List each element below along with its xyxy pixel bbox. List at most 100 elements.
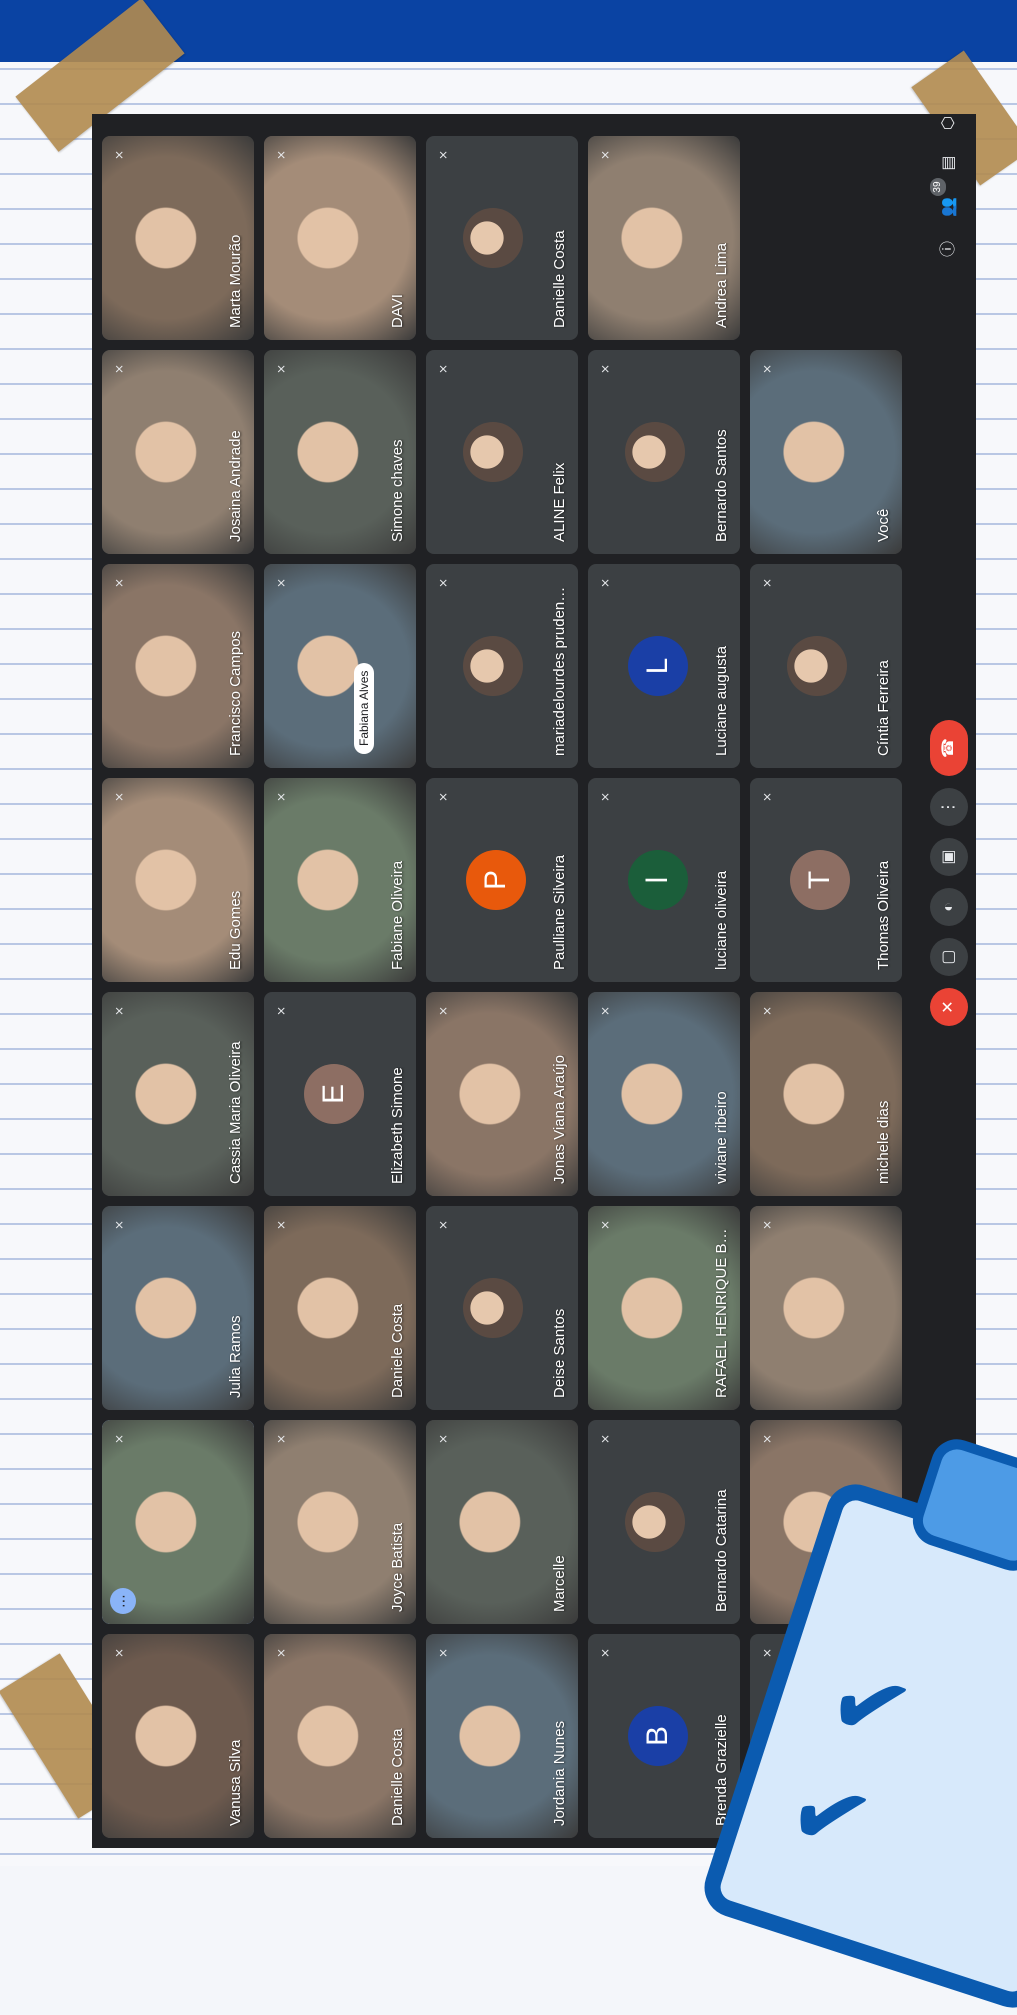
mic-off-icon: ⨯: [598, 1647, 612, 1659]
participant-name: Cassia Maria Oliveira: [227, 1041, 244, 1184]
participant-tile[interactable]: ⨯ Jonas Viana Araújo: [426, 992, 578, 1196]
mic-off-icon: ⨯: [274, 791, 288, 803]
participant-tile[interactable]: ⨯ Jordania Nunes: [426, 1634, 578, 1838]
mic-off-icon: ⨯: [436, 1647, 450, 1659]
participant-tile[interactable]: ⨯ RAFAEL HENRIQUE BARB...: [588, 1206, 740, 1410]
end-call-icon: ☎: [940, 738, 957, 758]
participant-tile[interactable]: ⨯ viviane ribeiro: [588, 992, 740, 1196]
present-icon: ▣: [940, 849, 957, 865]
participant-tile[interactable]: ⨯ Danielle Costa: [426, 136, 578, 340]
participant-tile[interactable]: ⨯ ALINE Felix: [426, 350, 578, 554]
chat-icon: ▤: [940, 155, 957, 171]
mic-off-icon: ⨯: [598, 1433, 612, 1445]
participant-name: mariadelourdes prudencini: [551, 586, 568, 756]
participant-tile[interactable]: T ⨯ Thomas Oliveira: [750, 778, 902, 982]
mic-off-button[interactable]: ✕: [930, 988, 968, 1026]
participant-name: Jordania Nunes: [551, 1720, 568, 1826]
people-icon: 👥: [940, 197, 957, 217]
participant-tile[interactable]: ⨯ Vanusa Silva: [102, 1634, 254, 1838]
present-button[interactable]: ▣: [930, 838, 968, 876]
mic-off-icon: ⨯: [598, 577, 612, 589]
captions-button[interactable]: ◐: [930, 888, 968, 926]
more-options-button[interactable]: ⋮: [930, 788, 968, 826]
participant-tile[interactable]: ⨯ Danielle Costa: [264, 1634, 416, 1838]
participant-profile-photo: [462, 208, 523, 268]
info-button[interactable]: ⓘ: [930, 230, 968, 268]
more-vert-icon: ⋮: [940, 799, 957, 815]
mic-off-icon: ⨯: [760, 1433, 774, 1445]
participant-tile[interactable]: ⨯ Joyce Batista: [264, 1420, 416, 1624]
participant-tile[interactable]: ⨯ DAVI: [264, 136, 416, 340]
participant-tile[interactable]: B ⨯ Brenda Grazielle: [588, 1634, 740, 1838]
participant-tile[interactable]: ⨯ Josaina Andrade: [102, 350, 254, 554]
participant-name: Paulliane Silveira: [551, 854, 568, 970]
participant-avatar: P: [465, 850, 526, 910]
mic-off-icon: ⨯: [760, 363, 774, 375]
participant-name: Edu Gomes: [227, 890, 244, 970]
participant-name: viviane ribeiro: [713, 1091, 730, 1184]
participant-tile[interactable]: ⨯ Edu Gomes: [102, 778, 254, 982]
participant-profile-photo: [462, 422, 523, 482]
activities-button[interactable]: ⬡: [930, 114, 968, 142]
participant-tile[interactable]: P ⨯ Paulliane Silveira: [426, 778, 578, 982]
participant-name: Fabiane Oliveira: [389, 860, 406, 970]
participant-tile[interactable]: ⨯ Bernardo Santos: [588, 350, 740, 554]
participant-tile[interactable]: ⨯ Julia Ramos: [102, 1206, 254, 1410]
mic-off-icon: ⨯: [598, 1005, 612, 1017]
participant-tile[interactable]: ⨯ Você: [750, 350, 902, 554]
participant-name: Marcelle: [551, 1555, 568, 1612]
participant-name: michele dias: [875, 1100, 892, 1184]
participant-tile[interactable]: ⨯ Francisco Campos: [102, 564, 254, 768]
mic-off-icon: ⨯: [112, 1647, 126, 1659]
mic-off-icon: ⨯: [598, 363, 612, 375]
participant-tile[interactable]: E ⨯ Elizabeth Simone: [264, 992, 416, 1196]
participant-tile[interactable]: l ⨯ luciane oliveira: [588, 778, 740, 982]
captions-icon: ◐: [940, 902, 957, 912]
participant-tile[interactable]: ⨯ Andrea Lima: [588, 136, 740, 340]
end-call-button[interactable]: ☎: [930, 720, 968, 776]
participant-avatar: L: [627, 636, 688, 696]
mic-off-icon: ⨯: [436, 363, 450, 375]
mic-off-icon: ⨯: [436, 577, 450, 589]
participant-tile[interactable]: ⋯ ⨯: [102, 1420, 254, 1624]
participant-name: Cíntia Ferreira: [875, 660, 892, 756]
mic-off-icon: ⨯: [760, 791, 774, 803]
more-vert-icon[interactable]: ⋯: [110, 1588, 136, 1614]
participant-tile[interactable]: ⨯ Marcelle: [426, 1420, 578, 1624]
participant-name: Simone chaves: [389, 439, 406, 542]
participant-tile[interactable]: ⨯: [750, 1206, 902, 1410]
participant-tile[interactable]: ⨯ Marta Mourão: [102, 136, 254, 340]
mic-off-icon: ⨯: [436, 1005, 450, 1017]
participant-profile-photo: [462, 1278, 523, 1338]
participant-name: Thomas Oliveira: [875, 860, 892, 970]
participant-tile[interactable]: L ⨯ Luciane augusta: [588, 564, 740, 768]
participant-name: DAVI: [389, 294, 406, 328]
participant-tile[interactable]: ⨯ Fabiane Oliveira: [264, 778, 416, 982]
mic-off-icon: ✕: [940, 1000, 957, 1014]
participant-tile[interactable]: ⨯ Bernardo Catarina: [588, 1420, 740, 1624]
mic-off-icon: ⨯: [112, 1005, 126, 1017]
participant-tile[interactable]: ⨯ Deise Santos: [426, 1206, 578, 1410]
participant-tile[interactable]: ⨯ Simone chaves: [264, 350, 416, 554]
participant-tile[interactable]: ⨯ mariadelourdes prudencini: [426, 564, 578, 768]
participant-tile[interactable]: ⨯ Cassia Maria Oliveira: [102, 992, 254, 1196]
mic-off-icon: ⨯: [760, 1219, 774, 1231]
mic-off-icon: ⨯: [112, 363, 126, 375]
participant-name: Jonas Viana Araújo: [551, 1055, 568, 1184]
participant-tile[interactable]: ⨯ michele dias: [750, 992, 902, 1196]
mic-off-icon: ⨯: [274, 1647, 288, 1659]
participant-tile[interactable]: ⨯ Cíntia Ferreira: [750, 564, 902, 768]
participant-name: Danielle Costa: [551, 230, 568, 328]
mic-off-icon: ⨯: [760, 1005, 774, 1017]
participant-name: Danielle Costa: [389, 1728, 406, 1826]
participant-tile[interactable]: ⨯ Daniele Costa: [264, 1206, 416, 1410]
participant-profile-photo: [786, 636, 847, 696]
participant-avatar: E: [303, 1064, 364, 1124]
participant-tile[interactable]: ⨯ Fabiana Alves: [264, 564, 416, 768]
camera-button[interactable]: ▢: [930, 938, 968, 976]
participant-video: [264, 564, 416, 768]
mic-off-icon: ⨯: [112, 791, 126, 803]
participant-name: Joyce Batista: [389, 1522, 406, 1612]
mic-off-icon: ⨯: [436, 1219, 450, 1231]
chat-button[interactable]: ▤: [930, 144, 968, 182]
